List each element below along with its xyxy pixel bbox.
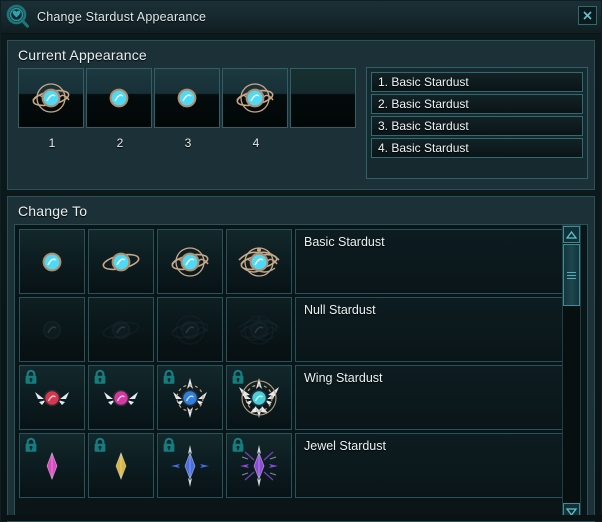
scrollbar-thumb[interactable] [563,244,580,306]
lock-icon [232,369,244,384]
stardust-option-cell[interactable] [19,297,85,362]
stardust-option-grid: Basic Stardust Null Stardust Wing Stardu… [15,225,581,501]
lock-icon [23,437,39,453]
appearance-slot-group: 2 [86,68,154,150]
appearance-slot-number: 1 [48,136,56,150]
stardust-option-cell[interactable] [19,365,85,430]
lock-icon [161,369,177,385]
stardust-option-cell[interactable] [19,229,85,294]
stardust-option-cell[interactable] [157,297,223,362]
equipped-list-item[interactable]: 1. Basic Stardust [371,72,583,92]
scroll-up-button[interactable] [563,226,580,243]
window-title: Change Stardust Appearance [37,10,207,24]
stardust-option-cell[interactable] [226,297,292,362]
stardust-option-cell[interactable] [157,229,223,294]
stardust-option-cell[interactable] [88,229,154,294]
equipped-list-item[interactable]: 3. Basic Stardust [371,116,583,136]
change-stardust-appearance-window: Change Stardust Appearance Current Appea… [0,0,602,522]
appearance-slot-2[interactable] [86,68,152,128]
lock-icon [23,369,39,385]
stardust-option-row: Basic Stardust [19,229,581,294]
window-bottom-edge [1,515,602,521]
change-to-title: Change To [18,203,88,219]
close-icon [583,11,592,20]
appearance-slot-1[interactable] [18,68,84,128]
stardust-row-label: Wing Stardust [295,365,578,430]
triangle-up-icon [566,230,577,239]
stardust-option-cell[interactable] [226,229,292,294]
window-titlebar: Change Stardust Appearance [1,1,601,34]
lock-icon [230,437,246,453]
lock-icon [94,369,106,384]
change-to-section: Change To Basic Stardust Null Stardust W… [7,196,595,522]
lock-icon [25,369,37,384]
lock-icon [94,437,106,452]
lock-icon [163,369,175,384]
stardust-option-row: Jewel Stardust [19,433,581,498]
stardust-option-row: Null Stardust [19,297,581,362]
stardust-row-label: Null Stardust [295,297,578,362]
close-button[interactable] [578,6,597,25]
current-appearance-title: Current Appearance [18,47,147,63]
stardust-row-label: Basic Stardust [295,229,578,294]
lock-icon [25,437,37,452]
lock-icon [230,369,246,385]
appearance-slot-empty[interactable] [290,68,356,128]
stardust-option-cell[interactable] [226,433,292,498]
stardust-option-cell[interactable] [88,297,154,362]
appearance-slot-3[interactable] [154,68,220,128]
grip-lines-icon [567,270,576,281]
appearance-slot-number: 3 [184,136,192,150]
change-to-frame: Basic Stardust Null Stardust Wing Stardu… [14,224,588,520]
appearance-slot-number [290,128,358,136]
change-to-scrollbar[interactable] [562,225,581,519]
stardust-option-cell[interactable] [226,365,292,430]
stardust-option-cell[interactable] [88,433,154,498]
appearance-slot-group: 1 [18,68,86,150]
lock-icon [92,437,108,453]
stardust-magnifier-icon [1,1,35,34]
equipped-stardust-list[interactable]: 1. Basic Stardust 2. Basic Stardust 3. Bas… [366,67,588,179]
stardust-option-cell[interactable] [157,433,223,498]
stardust-row-label: Jewel Stardust [295,433,578,498]
appearance-slot-4[interactable] [222,68,288,128]
appearance-slot-group [290,68,358,150]
appearance-slot-group: 3 [154,68,222,150]
lock-icon [163,437,175,452]
appearance-slot-number: 2 [116,136,124,150]
appearance-slot-group: 4 [222,68,290,150]
stardust-option-cell[interactable] [88,365,154,430]
stardust-option-cell[interactable] [157,365,223,430]
lock-icon [161,437,177,453]
lock-icon [92,369,108,385]
appearance-slot-number: 4 [252,136,260,150]
lock-icon [232,437,244,452]
stardust-option-row: Wing Stardust [19,365,581,430]
equipped-list-item[interactable]: 4. Basic Stardust [371,138,583,158]
current-appearance-section: Current Appearance 1 2 3 4 1. Basic Star… [7,40,595,190]
equipped-list-item[interactable]: 2. Basic Stardust [371,94,583,114]
stardust-option-cell[interactable] [19,433,85,498]
